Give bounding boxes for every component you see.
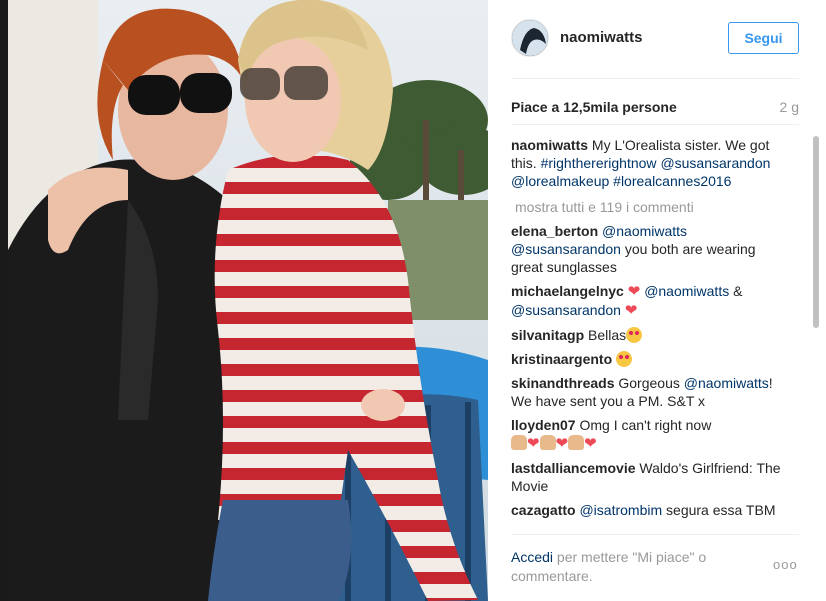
footer-divider bbox=[511, 534, 799, 535]
comment-username[interactable]: michaelangelnyc bbox=[511, 283, 624, 299]
post-photo[interactable] bbox=[8, 0, 488, 601]
comment: michaelangelnyc ❤ @naomiwatts & @susansa… bbox=[511, 282, 789, 320]
comment-text: Omg I can't right now bbox=[579, 417, 712, 433]
comment-username[interactable]: skinandthreads bbox=[511, 375, 614, 391]
view-all-comments-link[interactable]: mostra tutti e 119 i commenti bbox=[515, 198, 789, 216]
heart-eyes-emoji-icon bbox=[626, 327, 643, 343]
login-link[interactable]: Accedi bbox=[511, 549, 553, 565]
post-sidebar: naomiwatts Segui Piace a 12,5mila person… bbox=[490, 0, 826, 601]
post-time[interactable]: 2 g bbox=[780, 99, 799, 115]
post-header: naomiwatts Segui bbox=[490, 0, 826, 78]
mention-link[interactable]: @naomiwatts bbox=[684, 375, 769, 391]
comment-connector: & bbox=[733, 283, 743, 299]
comment: silvanitagp Bellas bbox=[511, 326, 789, 344]
comment-username[interactable]: kristinaargento bbox=[511, 351, 612, 367]
comment-text: segura essa TBM bbox=[666, 502, 776, 518]
login-prompt: Accedi per mettere "Mi piace" o commenta… bbox=[511, 548, 751, 586]
photo-edge bbox=[0, 0, 8, 601]
hashtag-link[interactable]: #lorealcannes2016 bbox=[613, 173, 731, 189]
mention-link[interactable]: @isatrombim bbox=[579, 502, 662, 518]
likes-count[interactable]: Piace a 12,5mila persone bbox=[511, 99, 677, 115]
comment: kristinaargento bbox=[511, 350, 789, 368]
comment-username[interactable]: silvanitagp bbox=[511, 327, 584, 343]
avatar[interactable] bbox=[511, 19, 549, 57]
comments-list: naomiwatts My L'Orealista sister. We got… bbox=[511, 136, 789, 528]
heart-eyes-emoji-icon bbox=[616, 351, 633, 367]
caption: naomiwatts My L'Orealista sister. We got… bbox=[511, 136, 789, 190]
hashtag-link[interactable]: #righthererightnow bbox=[541, 155, 657, 171]
mention-link[interactable]: @susansarandon bbox=[511, 302, 621, 318]
heart-icon: ❤ bbox=[627, 283, 641, 300]
heart-icon: ❤ bbox=[555, 435, 569, 452]
comment: elena_berton @naomiwatts @susansarandon … bbox=[511, 222, 789, 276]
comments-scrollbar[interactable] bbox=[813, 136, 819, 328]
comment-username[interactable]: cazagatto bbox=[511, 502, 576, 518]
comment-username[interactable]: lloyden07 bbox=[511, 417, 576, 433]
comment: lloyden07 Omg I can't right now ❤ ❤ ❤ bbox=[511, 416, 789, 453]
heart-icon: ❤ bbox=[527, 435, 540, 452]
heart-icon: ❤ bbox=[624, 302, 638, 319]
comment-username[interactable]: lastdalliancemovie bbox=[511, 460, 636, 476]
comment-username[interactable]: elena_berton bbox=[511, 223, 598, 239]
header-divider bbox=[511, 78, 799, 79]
comment-text: Bellas bbox=[588, 327, 627, 343]
comment: cazagatto @isatrombim segura essa TBM bbox=[511, 501, 789, 519]
follow-button[interactable]: Segui bbox=[728, 22, 799, 54]
comment: skinandthreads Gorgeous @naomiwatts! We … bbox=[511, 374, 789, 410]
mention-link[interactable]: @lorealmakeup bbox=[511, 173, 609, 189]
raised-hands-emoji-icon bbox=[539, 435, 556, 450]
mention-link[interactable]: @naomiwatts bbox=[644, 283, 729, 299]
likes-divider bbox=[511, 124, 799, 125]
mention-link[interactable]: @naomiwatts bbox=[602, 223, 687, 239]
raised-hands-emoji-icon bbox=[568, 435, 585, 450]
mention-link[interactable]: @susansarandon bbox=[511, 241, 621, 257]
caption-username[interactable]: naomiwatts bbox=[511, 137, 588, 153]
mention-link[interactable]: @susansarandon bbox=[660, 155, 770, 171]
raised-hands-emoji-icon bbox=[511, 435, 527, 450]
heart-icon: ❤ bbox=[584, 435, 597, 452]
comment-text: Gorgeous bbox=[618, 375, 680, 391]
post-author-username[interactable]: naomiwatts bbox=[560, 29, 643, 46]
comment: lastdalliancemovie Waldo's Girlfriend: T… bbox=[511, 459, 789, 495]
more-options-icon[interactable]: ooo bbox=[773, 557, 798, 572]
post-image bbox=[8, 0, 488, 601]
